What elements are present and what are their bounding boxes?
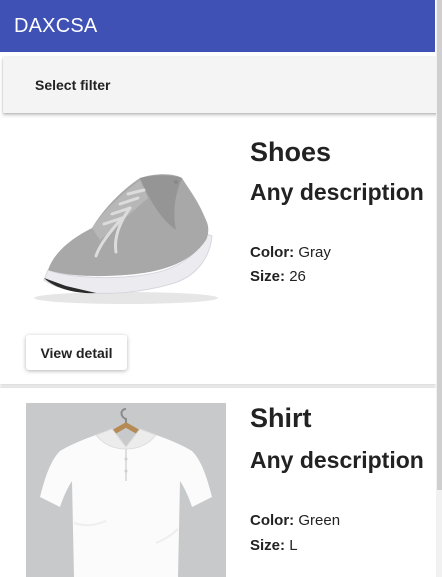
polo-shirt-image <box>26 403 226 577</box>
color-value: Green <box>298 512 341 529</box>
app-bar: DAXCSA <box>0 0 435 52</box>
product-title: Shirt <box>250 403 312 433</box>
sneaker-image <box>26 148 226 323</box>
product-color: Color: Green <box>250 512 340 529</box>
filter-bar[interactable]: Select filter <box>3 57 439 113</box>
product-color: Color: Gray <box>250 244 331 261</box>
product-description: Any description <box>250 179 424 205</box>
product-title: Shoes <box>250 137 332 167</box>
product-size: Size: 26 <box>250 268 306 285</box>
scrollbar-thumb[interactable] <box>437 0 442 490</box>
color-label: Color: <box>250 244 295 261</box>
size-label: Size: <box>250 268 286 285</box>
page-scrollbar[interactable] <box>436 0 442 577</box>
product-card: Shoes Any description Color: Gray Size: … <box>0 118 436 384</box>
color-value: Gray <box>298 244 331 261</box>
size-value: 26 <box>289 268 306 285</box>
product-size: Size: L <box>250 537 298 554</box>
app-title: DAXCSA <box>14 14 98 37</box>
product-description: Any description <box>250 447 424 473</box>
size-value: L <box>289 537 298 554</box>
select-filter-label[interactable]: Select filter <box>35 77 110 93</box>
size-label: Size: <box>250 537 286 554</box>
color-label: Color: <box>250 512 295 529</box>
product-card: Shirt Any description Color: Green Size:… <box>0 388 436 577</box>
view-detail-button[interactable]: View detail <box>26 335 127 370</box>
